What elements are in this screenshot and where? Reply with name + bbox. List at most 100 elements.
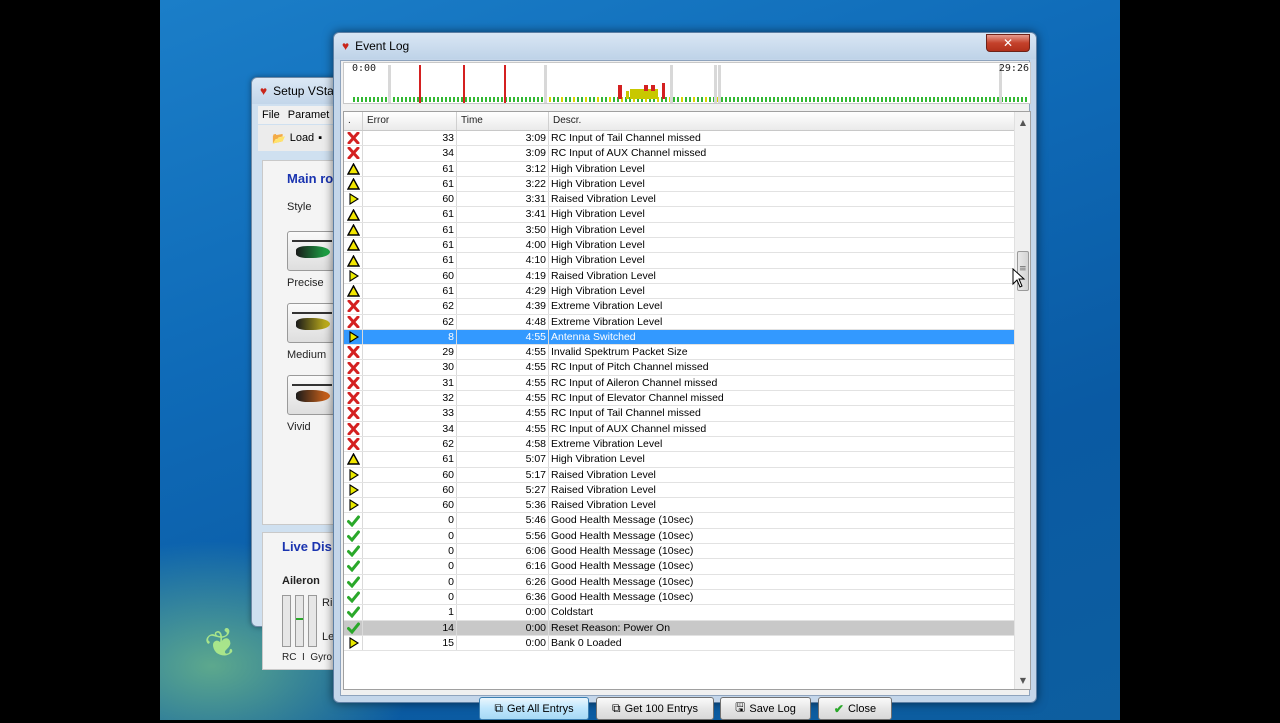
table-row[interactable]: 62 4:48 Extreme Vibration Level	[344, 314, 1016, 330]
table-row[interactable]: 61 4:10 High Vibration Level	[344, 253, 1016, 269]
table-row[interactable]: 60 5:27 Raised Vibration Level	[344, 482, 1016, 499]
event-log-titlebar[interactable]: ♥ Event Log	[334, 33, 1036, 59]
timeline-error-mark	[419, 65, 421, 103]
cell-error: 62	[363, 299, 457, 314]
cell-description: Raised Vibration Level	[551, 193, 656, 206]
close-button[interactable]: ✔ Close	[818, 697, 892, 720]
cell-error: 0	[363, 559, 457, 574]
table-row[interactable]: 60 5:17 Raised Vibration Level	[344, 467, 1016, 483]
table-row[interactable]: 8 4:55 Antenna Switched	[344, 329, 1016, 346]
get-100-entries-button[interactable]: ⧉ Get 100 Entrys	[596, 697, 714, 720]
info-icon	[344, 192, 363, 207]
cell-time: 3:31	[457, 192, 549, 207]
table-row[interactable]: 30 4:55 RC Input of Pitch Channel missed	[344, 360, 1016, 376]
table-row[interactable]: 61 3:50 High Vibration Level	[344, 222, 1016, 239]
table-row[interactable]: 0 5:46 Good Health Message (10sec)	[344, 513, 1016, 529]
timeline-gap	[388, 65, 391, 103]
table-row[interactable]: 62 4:39 Extreme Vibration Level	[344, 299, 1016, 315]
style-medium-button[interactable]	[287, 303, 335, 343]
event-log-window[interactable]: ♥ Event Log ✕ 0:00 29:26 323:09RC Input …	[333, 32, 1037, 720]
table-row[interactable]: 33 3:09 RC Input of Tail Channel missed	[344, 131, 1016, 147]
col-error-header[interactable]: Error	[363, 112, 457, 130]
error-icon	[344, 131, 363, 146]
cell-error: 33	[363, 131, 457, 146]
cell-description: RC Input of Aileron Channel missed	[551, 376, 718, 389]
cell-description: Raised Vibration Level	[551, 483, 656, 496]
cell-time: 4:55	[457, 421, 549, 436]
table-row[interactable]: 60 3:31 Raised Vibration Level	[344, 192, 1016, 208]
col-descr-header[interactable]: Descr.	[549, 112, 1016, 130]
table-row[interactable]: 31 4:55 RC Input of Aileron Channel missed	[344, 375, 1016, 392]
load-button[interactable]: Load	[290, 132, 314, 144]
table-row[interactable]: 0 6:26 Good Health Message (10sec)	[344, 574, 1016, 590]
get-all-entries-button[interactable]: ⧉ Get All Entrys	[479, 697, 589, 720]
scroll-down-arrow-icon[interactable]: ▼	[1015, 673, 1030, 689]
event-log-title: Event Log	[355, 39, 410, 53]
live-bar-labels: RC I Gyro	[282, 652, 333, 663]
style-precise-button[interactable]	[287, 231, 335, 271]
window-close-button[interactable]: ✕	[986, 34, 1030, 52]
table-row[interactable]: 61 3:12 High Vibration Level	[344, 161, 1016, 177]
timeline-error-mark	[463, 65, 465, 103]
heli-precise-icon	[296, 246, 330, 258]
table-row[interactable]: 32 4:55 RC Input of Elevator Channel misse…	[344, 391, 1016, 407]
table-row[interactable]: 0 6:36 Good Health Message (10sec)	[344, 589, 1016, 606]
cell-description: RC Input of AUX Channel missed	[551, 147, 707, 160]
table-row[interactable]: 15 0:00 Bank 0 Loaded	[344, 635, 1016, 652]
table-row[interactable]: 0 6:06 Good Health Message (10sec)	[344, 544, 1016, 560]
table-row[interactable]: 0 5:56 Good Health Message (10sec)	[344, 528, 1016, 545]
table-row[interactable]: 61 4:00 High Vibration Level	[344, 238, 1016, 254]
table-row[interactable]: 61 3:41 High Vibration Level	[344, 207, 1016, 223]
table-row[interactable]: 33 4:55 RC Input of Tail Channel missed	[344, 406, 1016, 422]
table-row[interactable]: 0 6:16 Good Health Message (10sec)	[344, 559, 1016, 575]
timeline-start-label: 0:00	[352, 63, 377, 74]
cell-error: 1	[363, 605, 457, 620]
table-row[interactable]: 34 3:09 RC Input of AUX Channel missed	[344, 146, 1016, 162]
table-row[interactable]: 1 0:00 Coldstart	[344, 605, 1016, 621]
table-row[interactable]: 60 5:36 Raised Vibration Level	[344, 498, 1016, 514]
error-icon	[344, 314, 363, 329]
col-time-header[interactable]: Time	[457, 112, 549, 130]
cell-error: 15	[363, 635, 457, 651]
get-100-entries-label: Get 100 Entrys	[624, 702, 698, 715]
error-icon	[344, 421, 363, 436]
menu-parameters[interactable]: Paramet	[288, 109, 330, 121]
table-row[interactable]: 60 4:19 Raised Vibration Level	[344, 268, 1016, 284]
table-row[interactable]: 61 3:22 High Vibration Level	[344, 176, 1016, 193]
cell-time: 3:41	[457, 207, 549, 222]
aileron-label: Aileron	[282, 575, 320, 587]
cell-time: 4:55	[457, 375, 549, 391]
ok-icon	[344, 605, 363, 620]
table-row[interactable]: 34 4:55 RC Input of AUX Channel missed	[344, 421, 1016, 437]
menu-file[interactable]: File	[262, 109, 280, 121]
table-row[interactable]: 29 4:55 Invalid Spektrum Packet Size	[344, 345, 1016, 361]
cell-error: 61	[363, 283, 457, 299]
cell-time: 4:55	[457, 391, 549, 406]
save-log-button[interactable]: 🖫 Save Log	[720, 697, 811, 720]
cell-description: RC Input of Elevator Channel missed	[551, 392, 724, 405]
warning-icon	[344, 452, 363, 467]
save-disk-icon: 🖫	[735, 700, 746, 714]
save-icon[interactable]: ▪	[318, 132, 322, 144]
gyro-bar	[308, 595, 317, 647]
table-row[interactable]: 62 4:58 Extreme Vibration Level	[344, 436, 1016, 453]
info-icon	[344, 482, 363, 498]
event-timeline[interactable]: 0:00 29:26	[343, 62, 1031, 104]
error-icon	[344, 299, 363, 314]
vertical-scrollbar[interactable]: ▲ ▼	[1014, 112, 1030, 689]
cell-time: 4:19	[457, 268, 549, 283]
cell-description: Bank 0 Loaded	[551, 636, 622, 649]
timeline-end-label: 29:26	[998, 63, 1029, 74]
cell-description: Reset Reason: Power On	[551, 621, 671, 634]
table-row[interactable]: 61 5:07 High Vibration Level	[344, 452, 1016, 468]
table-row[interactable]: 14 0:00 Reset Reason: Power On	[344, 620, 1016, 636]
error-icon	[344, 146, 363, 161]
cell-time: 3:50	[457, 222, 549, 238]
table-row[interactable]: 61 4:29 High Vibration Level	[344, 283, 1016, 300]
scroll-up-arrow-icon[interactable]: ▲	[1015, 115, 1030, 131]
col-icon-header[interactable]: .	[344, 112, 363, 130]
cell-description: Good Health Message (10sec)	[551, 560, 694, 573]
style-vivid-button[interactable]	[287, 375, 335, 415]
event-table[interactable]: 32 3:09 RC Input of Elevator Channel misse…	[343, 111, 1031, 690]
event-log-client: 0:00 29:26 32 3:09 RC Input of Elevator Ch…	[340, 60, 1031, 720]
